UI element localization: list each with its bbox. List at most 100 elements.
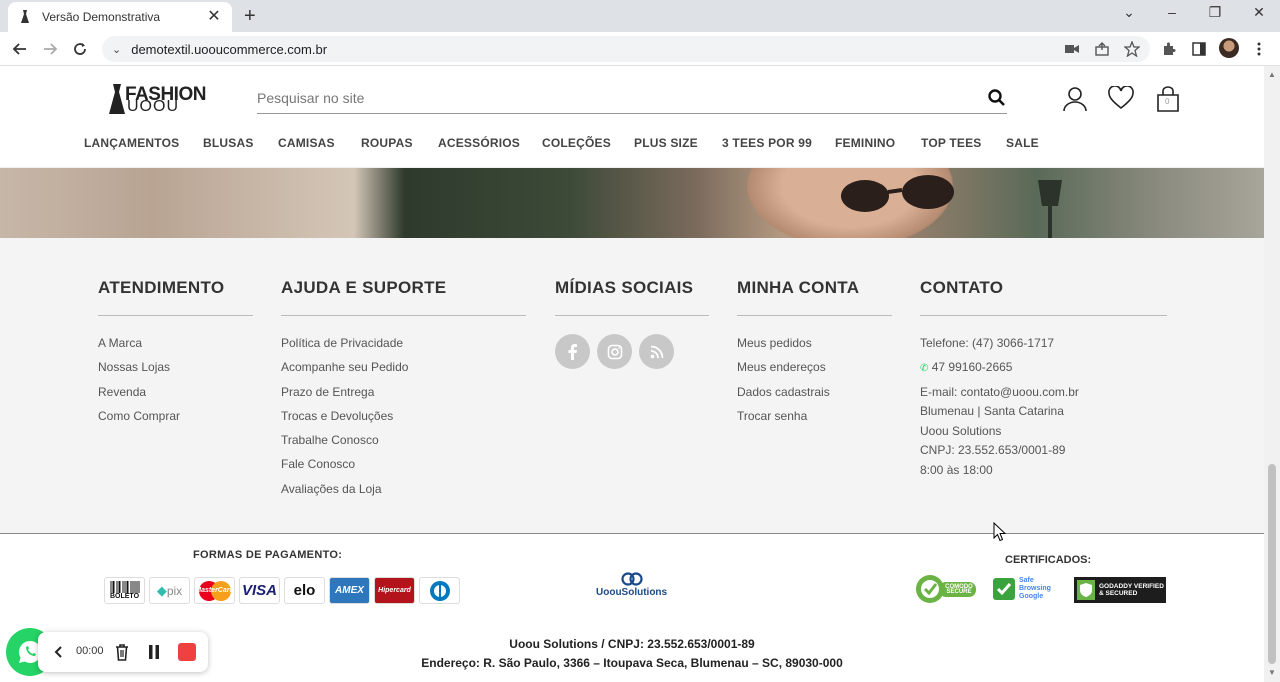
footer-link-trocar-senha[interactable]: Trocar senha	[737, 409, 892, 433]
google-safe-label: Safe Browsing Google	[1019, 577, 1051, 600]
elo-icon: elo	[284, 577, 325, 604]
uoou-label: UoouSolutions	[596, 587, 668, 598]
site-favicon-icon	[18, 10, 32, 24]
menu-item-colecoes[interactable]: COLEÇÕES	[542, 136, 611, 150]
mastercard-label: MasterCard	[195, 587, 234, 594]
footer-link-fale-conosco[interactable]: Fale Conosco	[281, 457, 526, 481]
search-icon[interactable]	[987, 88, 1007, 108]
footer-link-privacidade[interactable]: Política de Privacidade	[281, 336, 526, 360]
menu-item-lancamentos[interactable]: LANÇAMENTOS	[84, 136, 179, 150]
close-tab-icon[interactable]: ✕	[206, 9, 222, 25]
forward-icon[interactable]	[39, 38, 61, 60]
profile-avatar[interactable]	[1219, 38, 1239, 58]
footer-col-atendimento: ATENDIMENTO A Marca Nossas Lojas Revenda…	[98, 278, 253, 433]
site-footer: ATENDIMENTO A Marca Nossas Lojas Revenda…	[0, 238, 1264, 534]
extensions-icon[interactable]	[1160, 40, 1178, 58]
footer-link-trocas[interactable]: Trocas e Devoluções	[281, 409, 526, 433]
site-logo[interactable]: FASHION UOOU	[107, 84, 206, 115]
menu-item-acessorios[interactable]: ACESSÓRIOS	[438, 136, 520, 150]
back-icon[interactable]	[9, 38, 31, 60]
hero-banner-image[interactable]	[0, 168, 1264, 238]
menu-item-top-tees[interactable]: TOP TEES	[921, 136, 982, 150]
amex-icon: AMEX	[329, 577, 370, 604]
menu-item-feminino[interactable]: FEMININO	[835, 136, 895, 150]
footer-col-ajuda: AJUDA E SUPORTE Política de Privacidade …	[281, 278, 526, 506]
contact-whatsapp[interactable]: ✆ 47 99160-2665	[920, 360, 1167, 384]
footer-link-revenda[interactable]: Revenda	[98, 385, 253, 409]
footer-col-conta: MINHA CONTA Meus pedidos Meus endereços …	[737, 278, 892, 433]
browser-menu-icon[interactable]	[1250, 40, 1268, 58]
footer-link-dados-cadastrais[interactable]: Dados cadastrais	[737, 385, 892, 409]
rss-icon[interactable]	[639, 334, 674, 369]
scrollbar-thumb[interactable]	[1268, 464, 1276, 664]
contact-city: Blumenau | Santa Catarina	[920, 404, 1064, 419]
godaddy-verified-badge[interactable]: GODADDY VERIFIED & SECURED	[1074, 577, 1166, 603]
account-icon[interactable]	[1062, 86, 1088, 112]
contact-hours: 8:00 às 18:00	[920, 462, 993, 477]
camera-icon[interactable]	[1063, 40, 1081, 58]
address-bar[interactable]: ⌄ demotextil.uooucommerce.com.br	[102, 36, 1150, 62]
bookmark-star-icon[interactable]	[1123, 40, 1141, 58]
banner-street-lamp	[1038, 180, 1062, 238]
recorder-pause-icon[interactable]	[144, 642, 164, 662]
certs-title: CERTIFICADOS:	[1005, 554, 1092, 566]
menu-item-blusas[interactable]: BLUSAS	[203, 136, 254, 150]
footer-link-avaliacoes[interactable]: Avaliações da Loja	[281, 482, 526, 506]
comodo-secure-badge[interactable]: COMODO SECURE	[915, 572, 977, 606]
minimize-button[interactable]: –	[1162, 4, 1182, 24]
new-tab-button[interactable]: +	[244, 6, 256, 26]
footer-link-nossas-lojas[interactable]: Nossas Lojas	[98, 360, 253, 384]
reload-icon[interactable]	[69, 38, 91, 60]
page-scrollbar[interactable]: ▲ ▼	[1264, 66, 1280, 682]
tab-search-icon[interactable]: ⌄	[1119, 4, 1139, 24]
cart-icon[interactable]: 0	[1155, 86, 1181, 112]
banner-sunglasses	[841, 175, 954, 212]
close-window-button[interactable]: ✕	[1249, 4, 1269, 24]
payment-methods: BOLETO ◆ pix MasterCard VISA elo AMEX Hip…	[104, 577, 460, 604]
hipercard-icon: Hipercard	[374, 577, 415, 604]
footer-heading-midias: MÍDIAS SOCIAIS	[555, 278, 709, 316]
menu-item-plus-size[interactable]: PLUS SIZE	[634, 136, 698, 150]
footer-link-trabalhe-conosco[interactable]: Trabalhe Conosco	[281, 433, 526, 457]
side-panel-icon[interactable]	[1190, 40, 1208, 58]
browser-tab[interactable]: Versão Demonstrativa ✕	[8, 2, 232, 32]
footer-link-meus-pedidos[interactable]: Meus pedidos	[737, 336, 892, 360]
recorder-delete-icon[interactable]	[112, 642, 132, 662]
boleto-label: BOLETO	[109, 593, 140, 600]
footer-link-a-marca[interactable]: A Marca	[98, 336, 253, 360]
payments-title: FORMAS DE PAGAMENTO:	[193, 549, 343, 561]
footer-link-como-comprar[interactable]: Como Comprar	[98, 409, 253, 433]
boleto-icon: BOLETO	[104, 577, 145, 604]
amex-label: AMEX	[335, 585, 364, 596]
tab-title: Versão Demonstrativa	[42, 10, 161, 24]
share-icon[interactable]	[1093, 40, 1111, 58]
google-safe-browsing-badge[interactable]: Safe Browsing Google	[992, 572, 1060, 606]
footer-heading-conta: MINHA CONTA	[737, 278, 892, 316]
menu-item-3-tees[interactable]: 3 TEES POR 99	[722, 136, 812, 150]
facebook-icon[interactable]	[555, 334, 590, 369]
site-info-icon[interactable]: ⌄	[112, 43, 121, 56]
menu-item-sale[interactable]: SALE	[1006, 136, 1039, 150]
dress-logo-icon	[109, 84, 125, 114]
footer-heading-atendimento: ATENDIMENTO	[98, 278, 253, 316]
mouse-cursor-icon	[993, 522, 1007, 542]
footer-link-meus-enderecos[interactable]: Meus endereços	[737, 360, 892, 384]
scroll-down-arrow-icon[interactable]: ▼	[1268, 668, 1276, 677]
recorder-collapse-icon[interactable]	[48, 642, 68, 662]
uoou-solutions-logo[interactable]: UoouSolutions	[596, 572, 670, 600]
instagram-icon[interactable]	[597, 334, 632, 369]
footer-link-prazo-entrega[interactable]: Prazo de Entrega	[281, 385, 526, 409]
contact-company: Uoou Solutions	[920, 423, 1002, 438]
recorder-stop-icon[interactable]	[177, 642, 197, 662]
menu-item-camisas[interactable]: CAMISAS	[278, 136, 335, 150]
browser-tab-bar: Versão Demonstrativa ✕ + ⌄ – ❐ ✕	[0, 0, 1280, 32]
browser-toolbar: ⌄ demotextil.uooucommerce.com.br	[0, 32, 1280, 66]
menu-item-roupas[interactable]: ROUPAS	[361, 136, 413, 150]
footer-heading-contato: CONTATO	[920, 278, 1167, 316]
wishlist-heart-icon[interactable]	[1108, 85, 1134, 112]
scroll-up-arrow-icon[interactable]: ▲	[1268, 70, 1276, 79]
restore-button[interactable]: ❐	[1205, 4, 1225, 24]
visa-label: VISA	[241, 582, 277, 599]
footer-link-acompanhe-pedido[interactable]: Acompanhe seu Pedido	[281, 360, 526, 384]
search-input[interactable]	[257, 86, 957, 110]
